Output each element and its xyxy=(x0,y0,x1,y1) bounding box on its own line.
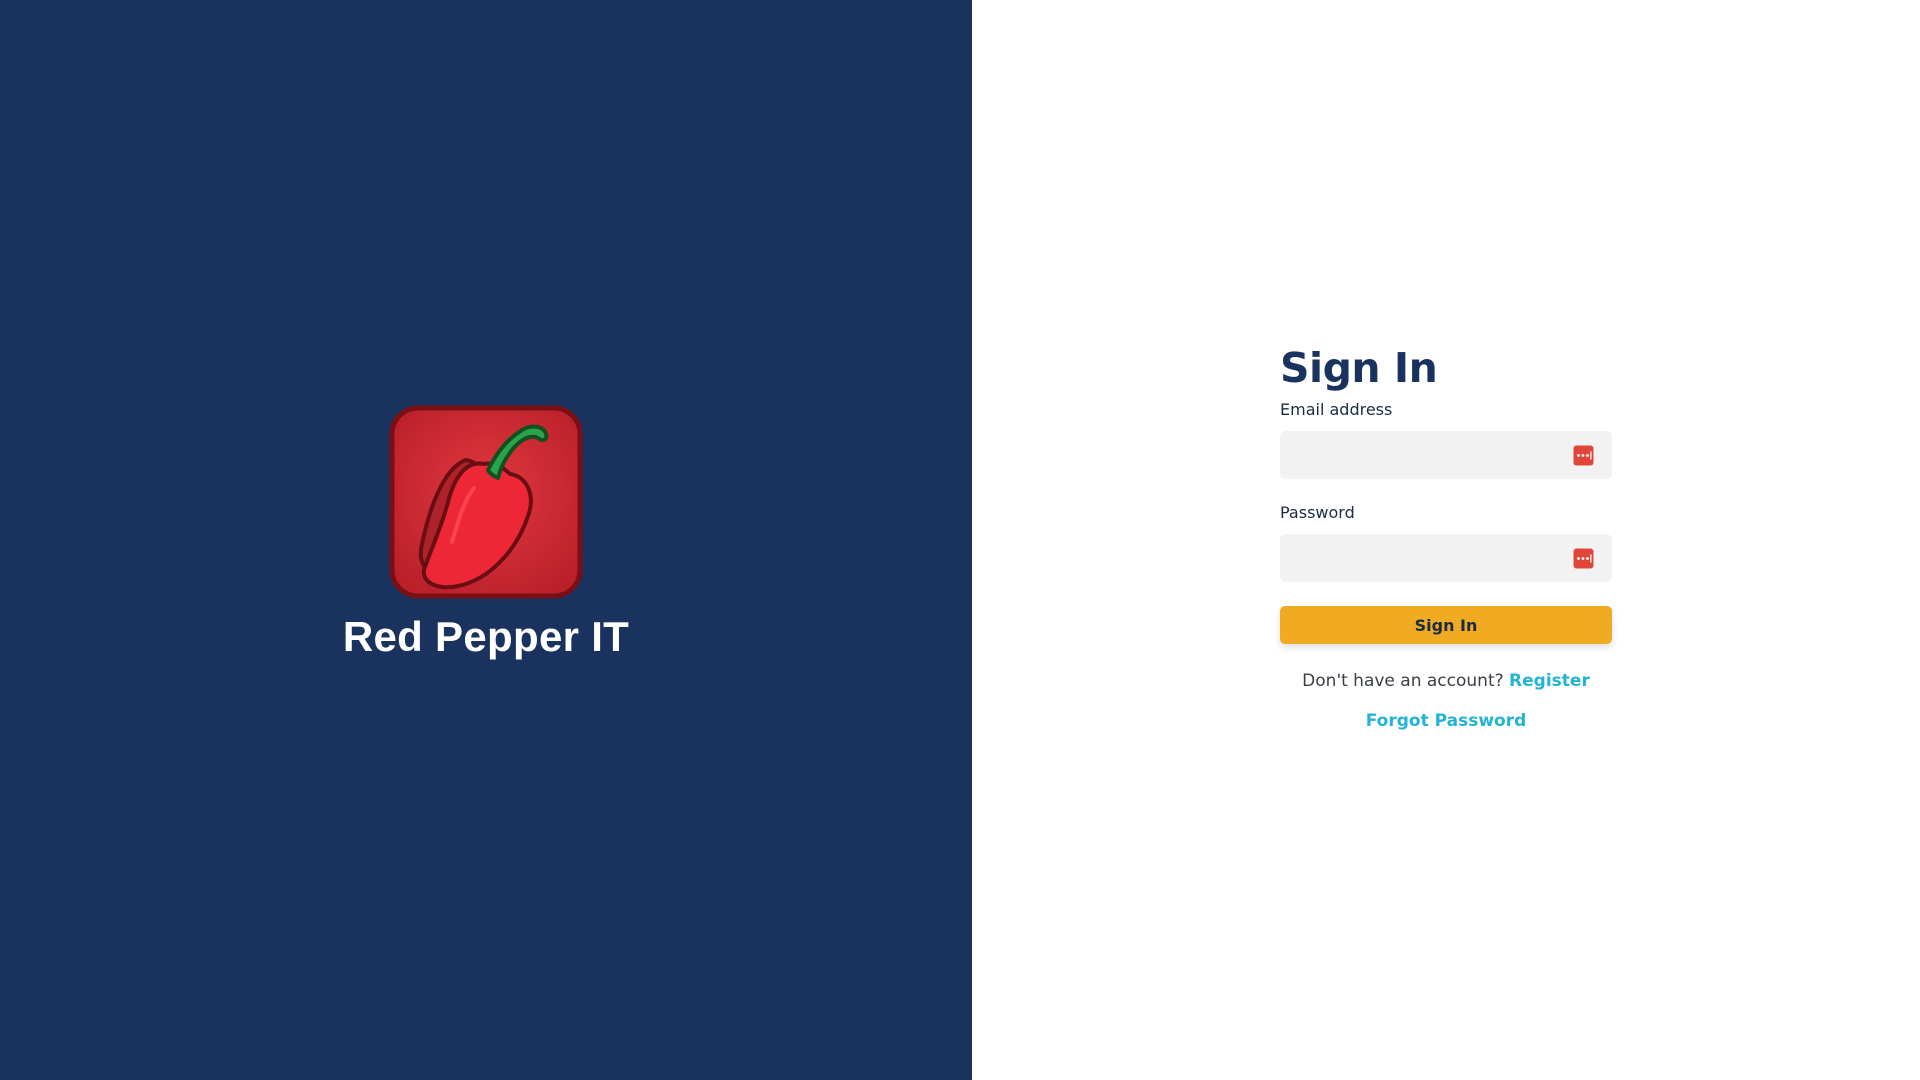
email-field[interactable] xyxy=(1280,431,1612,479)
forgot-password-line: Forgot Password xyxy=(1280,710,1612,732)
sign-in-form: Sign In Email address Password Sign In D… xyxy=(1280,338,1612,732)
sign-in-button[interactable]: Sign In xyxy=(1280,606,1612,644)
red-pepper-icon xyxy=(389,405,583,599)
password-manager-icon[interactable] xyxy=(1573,548,1594,569)
brand-panel: Red Pepper IT xyxy=(0,0,972,1080)
forgot-password-link[interactable]: Forgot Password xyxy=(1366,711,1527,731)
register-prompt-line: Don't have an account? Register xyxy=(1280,670,1612,692)
register-link[interactable]: Register xyxy=(1509,671,1590,691)
password-field-wrapper xyxy=(1280,534,1612,582)
email-field-wrapper xyxy=(1280,431,1612,479)
email-label: Email address xyxy=(1280,400,1393,419)
brand: Red Pepper IT xyxy=(0,404,972,662)
password-label: Password xyxy=(1280,503,1355,522)
form-panel: Sign In Email address Password Sign In D… xyxy=(972,0,1920,1080)
password-manager-icon[interactable] xyxy=(1573,445,1594,466)
brand-name: Red Pepper IT xyxy=(342,613,630,660)
page-title: Sign In xyxy=(1280,344,1438,392)
sign-in-page: Red Pepper IT Sign In Email address Pass… xyxy=(0,0,1920,1080)
password-field[interactable] xyxy=(1280,534,1612,582)
register-prompt-text: Don't have an account? xyxy=(1302,671,1504,691)
